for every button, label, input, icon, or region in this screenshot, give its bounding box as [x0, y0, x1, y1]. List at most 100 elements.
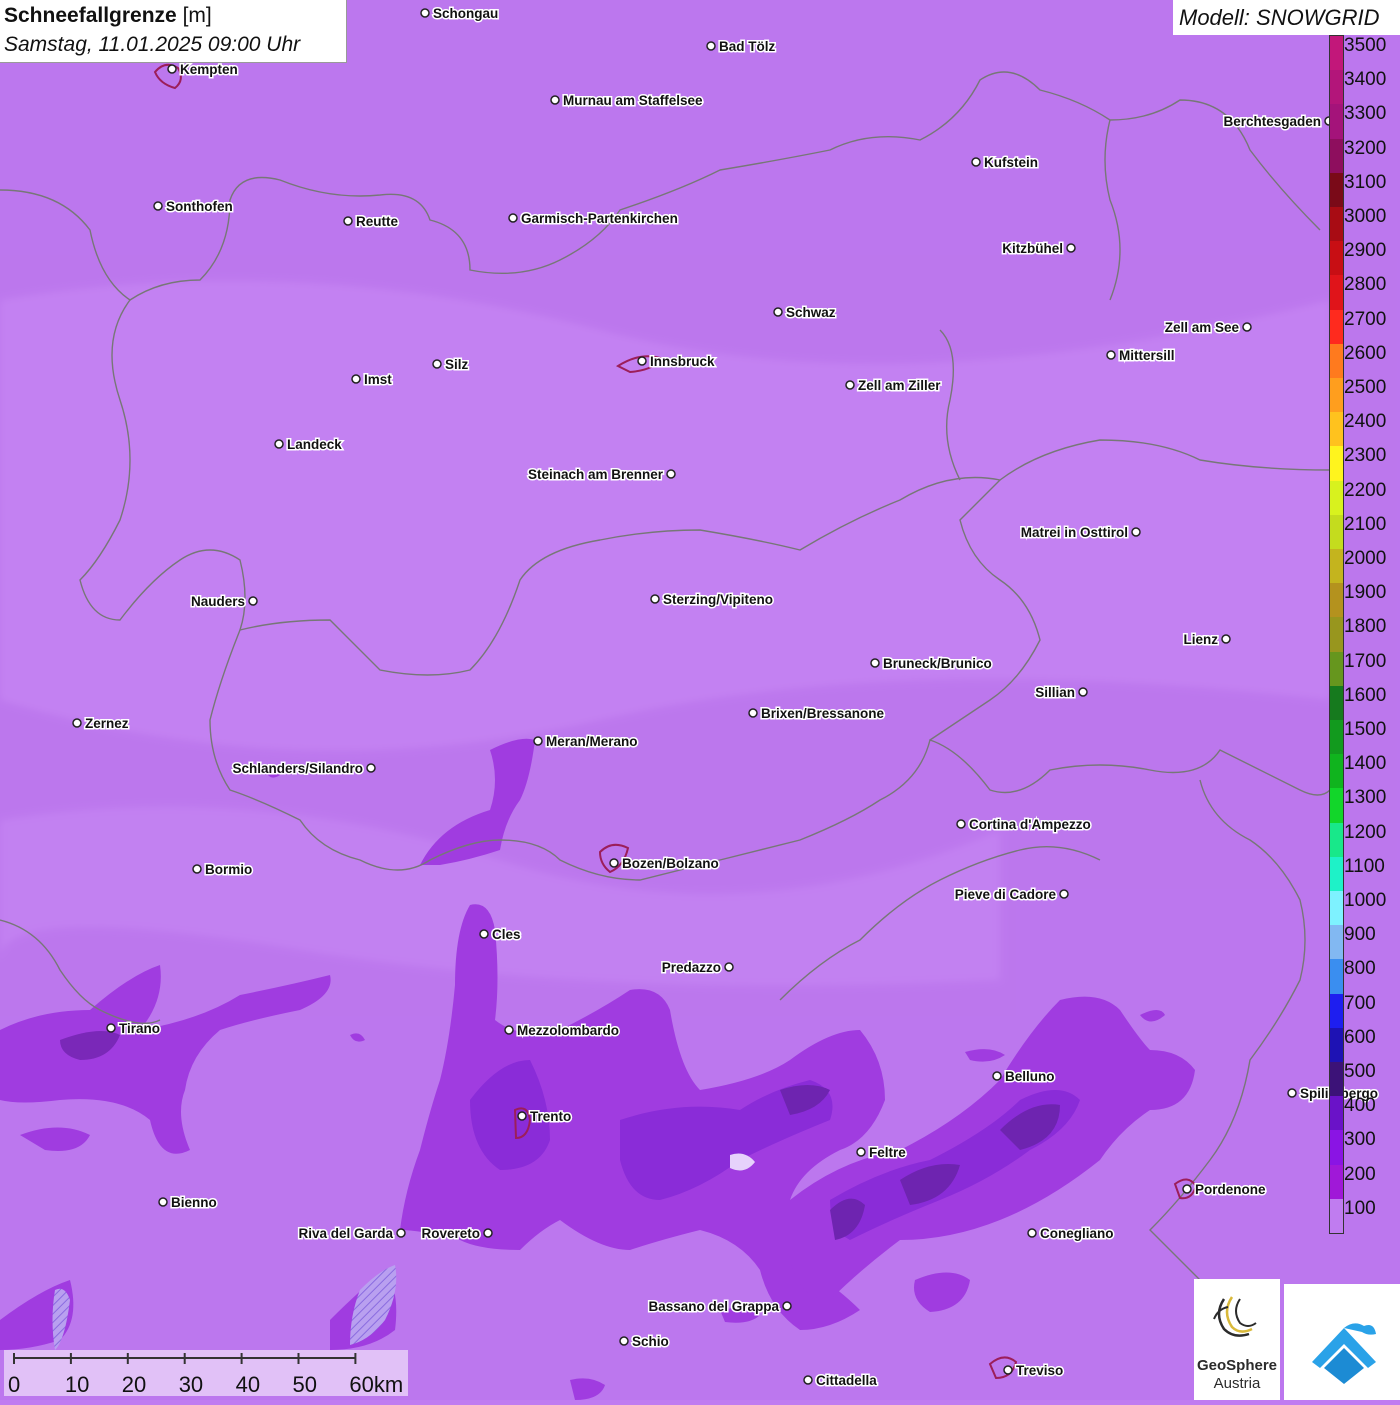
place-dot-icon — [971, 157, 981, 167]
place-label: Kufstein — [984, 155, 1038, 170]
legend-swatch — [1330, 446, 1343, 482]
place-label: Cles — [492, 927, 521, 942]
legend-label: 500 — [1344, 1061, 1376, 1082]
place-dot-icon — [396, 1228, 406, 1238]
place-marker: Zell am Ziller — [845, 377, 943, 395]
place-dot-icon — [956, 819, 966, 829]
map-canvas[interactable]: Schongau Bad Tölz Kempten Murnau am Staffel… — [0, 0, 1400, 1400]
legend-label: 3500 — [1344, 35, 1387, 56]
place-marker: Pordenone — [1182, 1181, 1267, 1199]
place-dot-icon — [420, 8, 430, 18]
legend-label: 1200 — [1344, 821, 1387, 843]
scale-label: 20 — [121, 1372, 147, 1397]
place-dot-icon — [274, 439, 284, 449]
place-marker: Riva del Garda — [297, 1225, 406, 1243]
legend-label: 2700 — [1344, 308, 1387, 330]
legend-swatch — [1330, 241, 1343, 276]
place-dot-icon — [1182, 1184, 1192, 1194]
place-dot-icon — [504, 1025, 514, 1035]
place-label: Schlanders/Silandro — [232, 761, 363, 776]
place-label: Nauders — [191, 594, 245, 609]
legend-label: 2400 — [1344, 411, 1387, 433]
scale-label: 10 — [64, 1372, 90, 1397]
legend-label: 1400 — [1344, 753, 1387, 775]
legend-swatch — [1330, 856, 1343, 892]
place-marker: Bassano del Grappa — [647, 1298, 792, 1316]
legend-label: 1100 — [1344, 855, 1385, 877]
legend-label: 2300 — [1344, 445, 1387, 467]
legend-swatch — [1330, 309, 1343, 345]
legend-label: 600 — [1344, 1026, 1376, 1048]
place-marker: Sterzing/Vipiteno — [650, 591, 775, 609]
legend-swatch — [1330, 138, 1343, 174]
legend-label: 2500 — [1344, 377, 1387, 398]
legend-swatch — [1330, 685, 1343, 721]
legend-swatch — [1330, 549, 1343, 584]
place-dot-icon — [72, 718, 82, 728]
place-label: Lienz — [1183, 632, 1218, 647]
place-label: Reutte — [356, 214, 398, 229]
place-dot-icon — [351, 374, 361, 384]
place-marker: Meran/Merano — [533, 733, 639, 751]
legend-label: 3200 — [1344, 137, 1387, 159]
legend-swatch — [1330, 36, 1343, 71]
legend-swatch — [1330, 754, 1343, 789]
place-dot-icon — [650, 594, 660, 604]
legend-label: 3400 — [1344, 69, 1387, 91]
legend-label: 2600 — [1344, 342, 1387, 364]
place-label: Riva del Garda — [298, 1226, 393, 1241]
legend-label: 400 — [1344, 1095, 1376, 1117]
place-label: Bad Tölz — [719, 39, 775, 54]
legend-label: 3000 — [1344, 206, 1387, 227]
legend-label: 200 — [1344, 1163, 1376, 1185]
place-dot-icon — [1287, 1088, 1297, 1098]
place-label: Meran/Merano — [546, 734, 638, 749]
place-label: Sonthofen — [166, 199, 233, 214]
place-label: Conegliano — [1040, 1226, 1114, 1241]
place-label: Bienno — [171, 1195, 217, 1210]
legend-label: 300 — [1344, 1129, 1376, 1151]
legend-label: 1900 — [1344, 582, 1387, 604]
legend-swatch — [1330, 583, 1343, 618]
legend-label: 2800 — [1344, 274, 1387, 296]
place-dot-icon — [1066, 243, 1076, 253]
place-dot-icon — [343, 216, 353, 226]
map-title: Schneefallgrenze [m] — [4, 4, 212, 28]
geosphere-emblem-icon — [1213, 1296, 1257, 1337]
place-marker: Bozen/Bolzano — [609, 855, 720, 873]
place-marker: Cortina d'Ampezzo — [956, 816, 1092, 834]
place-label: Silz — [445, 357, 469, 372]
legend-swatch — [1330, 1062, 1343, 1097]
place-label: Cortina d'Ampezzo — [969, 817, 1091, 832]
legend-label: 100 — [1344, 1197, 1376, 1219]
legend-swatch — [1330, 1198, 1343, 1234]
legend-swatch — [1330, 891, 1343, 926]
place-dot-icon — [619, 1336, 629, 1346]
place-label: Kempten — [180, 62, 238, 77]
legend-label: 800 — [1344, 958, 1376, 980]
place-dot-icon — [483, 1228, 493, 1238]
legend-label: 2900 — [1344, 240, 1387, 262]
legend-swatch — [1330, 1027, 1343, 1063]
place-label: Predazzo — [662, 960, 721, 975]
place-label: Landeck — [287, 437, 342, 452]
place-marker: Innsbruck — [637, 353, 717, 371]
place-label: Steinach am Brenner — [528, 467, 664, 482]
place-label: Sillian — [1035, 685, 1075, 700]
place-label: Murnau am Staffelsee — [563, 93, 703, 108]
place-label: Zell am Ziller — [858, 378, 941, 393]
place-label: Treviso — [1016, 1363, 1063, 1378]
place-marker: Murnau am Staffelsee — [550, 92, 705, 110]
place-dot-icon — [508, 213, 518, 223]
legend-swatch — [1330, 378, 1343, 413]
place-dot-icon — [803, 1375, 813, 1385]
scale-label: 60km — [349, 1372, 404, 1397]
scale-bar: 0 10 20 30 40 50 60km — [4, 1350, 408, 1397]
place-dot-icon — [1242, 322, 1252, 332]
place-label: Bassano del Grappa — [648, 1299, 779, 1314]
legend-swatch — [1330, 172, 1343, 208]
place-dot-icon — [666, 469, 676, 479]
legend-label: 1600 — [1344, 684, 1387, 706]
place-dot-icon — [106, 1023, 116, 1033]
place-label: Schongau — [433, 6, 498, 21]
